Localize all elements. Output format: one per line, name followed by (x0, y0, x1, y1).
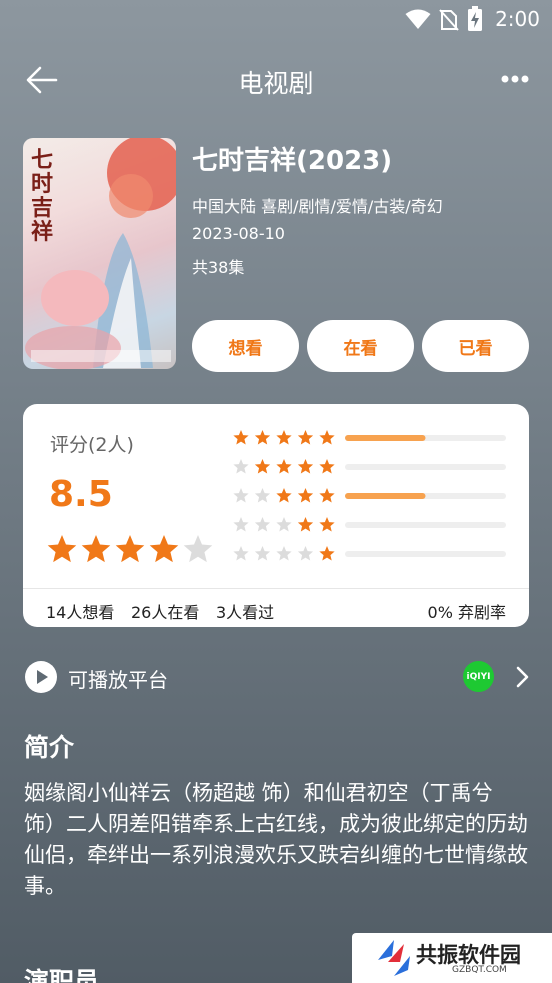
dist-star (319, 517, 335, 532)
rating-label: 评分(2人) (50, 434, 134, 456)
dist-star (319, 430, 335, 445)
watermark-url: GZBQT.COM (452, 965, 507, 975)
rating-star-1 (47, 535, 77, 563)
watermark-logo-icon (378, 940, 410, 976)
show-title: 七时吉祥(2023) (192, 146, 393, 176)
watching-button[interactable]: 在看 (307, 320, 414, 372)
want-count: 14人想看 (46, 603, 115, 622)
platform-label: 可播放平台 (68, 668, 168, 692)
rating-star-3 (115, 535, 145, 563)
platform-row[interactable]: 可播放平台 iQIYI (0, 650, 552, 706)
dist-star (297, 488, 314, 503)
dist-star (233, 546, 249, 561)
dist-bar-track (345, 464, 506, 470)
rating-star-4 (149, 535, 179, 563)
watched-button[interactable]: 已看 (422, 320, 529, 372)
rating-star-5 (183, 535, 213, 563)
dist-bar-track (345, 522, 506, 528)
top-bar: 电视剧 (0, 50, 552, 110)
dist-bar-fill (345, 493, 426, 499)
play-circle-icon (25, 661, 57, 693)
drop-rate: 0% 弃剧率 (427, 603, 506, 622)
dist-star (276, 459, 292, 474)
dist-star (276, 430, 292, 445)
dist-star (276, 517, 292, 532)
dist-star (297, 430, 314, 445)
iqiyi-logo-text: iQIYI (466, 671, 491, 682)
rating-card: 评分(2人) 8.5 14人想看 26人在看 3人看过 0% 弃剧率 (23, 404, 529, 627)
page-title: 电视剧 (238, 69, 314, 98)
dist-star (319, 488, 335, 503)
rating-star-2 (81, 535, 111, 563)
poster-title: 七时吉祥 (31, 147, 54, 245)
show-date: 2023-08-10 (192, 224, 285, 243)
dist-star (254, 488, 271, 503)
wifi-icon (405, 9, 431, 29)
show-poster[interactable]: 七时吉祥 (23, 138, 176, 369)
intro-text: 姻缘阁小仙祥云（杨超越 饰）和仙君初空（丁禹兮 饰）二人阴差阳错牵系上古红线，成… (24, 781, 528, 898)
dist-star (254, 517, 271, 532)
no-sim-icon (439, 9, 459, 31)
show-region-genres: 中国大陆 喜剧/剧情/爱情/古装/奇幻 (192, 197, 443, 216)
dist-star (233, 459, 249, 474)
dist-star (254, 459, 271, 474)
want-button[interactable]: 想看 (192, 320, 299, 372)
dist-star (254, 546, 271, 561)
dist-star (276, 546, 292, 561)
dist-star (233, 430, 249, 445)
rating-score: 8.5 (49, 474, 113, 515)
rating-stars (47, 535, 213, 563)
watching-count: 26人在看 (131, 603, 200, 622)
dist-bar-fill (345, 435, 426, 441)
dist-star (297, 459, 314, 474)
intro-heading: 简介 (24, 733, 75, 762)
dist-star (233, 517, 249, 532)
show-episodes: 共38集 (192, 258, 245, 277)
site-watermark: 共振软件园 GZBQT.COM (352, 933, 552, 983)
more-dots-icon[interactable] (500, 68, 530, 90)
dist-bar-track (345, 551, 506, 557)
status-bar: 2:00 (0, 0, 552, 40)
cast-heading: 演职员 (24, 967, 100, 983)
dist-star (233, 488, 249, 503)
watched-count: 3人看过 (216, 603, 275, 622)
dist-star (319, 546, 335, 561)
dist-star (297, 517, 314, 532)
battery-charging-icon (468, 6, 483, 31)
chevron-right-icon[interactable] (515, 666, 529, 688)
iqiyi-logo-icon[interactable]: iQIYI (463, 661, 494, 692)
dist-star (254, 430, 271, 445)
dist-star (276, 488, 292, 503)
dist-star (319, 459, 335, 474)
rating-divider (23, 588, 529, 589)
dist-star (297, 546, 314, 561)
status-time: 2:00 (495, 7, 540, 31)
rating-distribution (233, 430, 506, 561)
